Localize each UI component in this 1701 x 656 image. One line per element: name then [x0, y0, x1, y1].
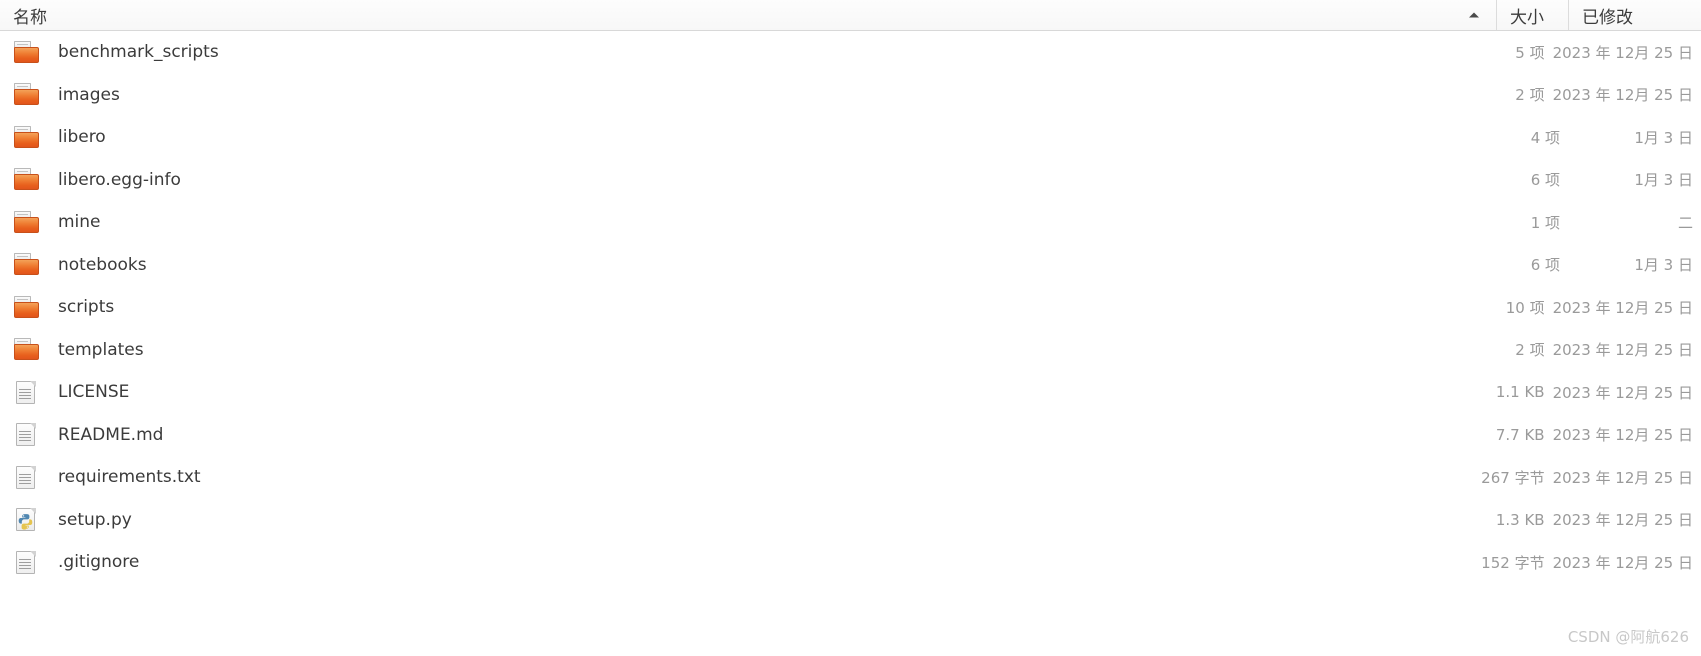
- file-list-row[interactable]: LICENSE 1.1 KB 2023 年 12月 25 日: [0, 371, 1701, 414]
- file-name-label: setup.py: [58, 509, 132, 530]
- file-size-cell: 10 项: [1505, 298, 1545, 317]
- file-list-row[interactable]: requirements.txt 267 字节 2023 年 12月 25 日: [0, 456, 1701, 499]
- folder-icon: [14, 40, 39, 65]
- file-name-cell[interactable]: libero.egg-info: [0, 167, 1496, 192]
- python-file-icon: [14, 507, 39, 532]
- file-name-cell[interactable]: LICENSE: [0, 380, 1481, 405]
- file-name-cell[interactable]: images: [0, 82, 1481, 107]
- document-icon: [14, 380, 39, 405]
- file-name-label: libero: [58, 127, 106, 148]
- file-modified-cell: 1月 3 日: [1634, 128, 1693, 147]
- file-size-cell: 7.7 KB: [1495, 425, 1545, 444]
- file-list-row[interactable]: .gitignore 152 字节 2023 年 12月 25 日: [0, 541, 1701, 584]
- file-name-label: notebooks: [58, 254, 147, 275]
- file-modified-cell: 2023 年 12月 25 日: [1552, 468, 1693, 487]
- file-name-cell[interactable]: notebooks: [0, 252, 1496, 277]
- file-list-row[interactable]: mine 1 项 二: [0, 201, 1701, 244]
- file-size-cell: 1 项: [1530, 213, 1560, 232]
- file-name-cell[interactable]: libero: [0, 125, 1496, 150]
- folder-icon: [14, 337, 39, 362]
- file-name-cell[interactable]: README.md: [0, 422, 1481, 447]
- file-modified-cell: 2023 年 12月 25 日: [1552, 426, 1693, 445]
- folder-icon: [14, 295, 39, 320]
- file-modified-cell: 2023 年 12月 25 日: [1552, 383, 1693, 402]
- column-header-name[interactable]: 名称: [0, 0, 1496, 30]
- file-name-label: scripts: [58, 297, 115, 318]
- column-header-size-label: 大小: [1510, 7, 1544, 28]
- document-icon: [14, 422, 39, 447]
- file-list-row[interactable]: libero 4 项 1月 3 日: [0, 116, 1701, 159]
- file-name-cell[interactable]: templates: [0, 337, 1481, 362]
- file-name-cell[interactable]: setup.py: [0, 507, 1481, 532]
- column-header-size[interactable]: 大小: [1496, 0, 1568, 30]
- file-size-cell: 1.1 KB: [1495, 383, 1545, 402]
- file-name-label: LICENSE: [58, 382, 130, 403]
- file-size-cell: 2 项: [1515, 86, 1545, 105]
- file-modified-cell: 2023 年 12月 25 日: [1552, 553, 1693, 572]
- file-name-label: benchmark_scripts: [58, 42, 219, 63]
- folder-icon: [14, 125, 39, 150]
- file-name-label: requirements.txt: [58, 467, 201, 488]
- file-modified-cell: 2023 年 12月 25 日: [1552, 43, 1693, 62]
- file-list-row[interactable]: README.md 7.7 KB 2023 年 12月 25 日: [0, 413, 1701, 456]
- file-modified-cell: 二: [1677, 213, 1693, 232]
- file-size-cell: 6 项: [1530, 171, 1560, 190]
- file-modified-cell: 2023 年 12月 25 日: [1552, 341, 1693, 360]
- file-name-cell[interactable]: mine: [0, 210, 1496, 235]
- file-modified-cell: 2023 年 12月 25 日: [1552, 511, 1693, 530]
- column-header-modified[interactable]: 已修改: [1568, 0, 1701, 30]
- file-name-label: images: [58, 84, 120, 105]
- file-size-cell: 2 项: [1515, 341, 1545, 360]
- file-list-row[interactable]: libero.egg-info 6 项 1月 3 日: [0, 158, 1701, 201]
- file-name-cell[interactable]: requirements.txt: [0, 465, 1481, 490]
- column-header-modified-label: 已修改: [1582, 7, 1633, 28]
- file-name-cell[interactable]: scripts: [0, 295, 1481, 320]
- file-list-row[interactable]: templates 2 项 2023 年 12月 25 日: [0, 328, 1701, 371]
- file-list-row[interactable]: scripts 10 项 2023 年 12月 25 日: [0, 286, 1701, 329]
- column-header-name-label: 名称: [13, 7, 47, 28]
- file-manager-window: 名称 大小 已修改 benchmark_scripts 5 项 2023 年 12月…: [0, 0, 1701, 656]
- file-name-cell[interactable]: benchmark_scripts: [0, 40, 1481, 65]
- folder-icon: [14, 210, 39, 235]
- file-list-row[interactable]: benchmark_scripts 5 项 2023 年 12月 25 日: [0, 31, 1701, 74]
- csdn-watermark: CSDN @阿航626: [1567, 628, 1689, 646]
- file-name-label: mine: [58, 212, 101, 233]
- file-list-row[interactable]: setup.py 1.3 KB 2023 年 12月 25 日: [0, 498, 1701, 541]
- folder-icon: [14, 82, 39, 107]
- file-name-label: README.md: [58, 424, 164, 445]
- column-header-bar: 名称 大小 已修改: [0, 0, 1701, 31]
- file-size-cell: 4 项: [1530, 128, 1560, 147]
- sort-ascending-arrow-icon[interactable]: [1469, 12, 1479, 18]
- file-modified-cell: 2023 年 12月 25 日: [1552, 298, 1693, 317]
- folder-icon: [14, 252, 39, 277]
- file-name-label: libero.egg-info: [58, 169, 181, 190]
- file-name-cell[interactable]: .gitignore: [0, 550, 1481, 575]
- file-modified-cell: 1月 3 日: [1634, 256, 1693, 275]
- file-size-cell: 1.3 KB: [1495, 510, 1545, 529]
- file-name-label: templates: [58, 339, 144, 360]
- file-size-cell: 6 项: [1530, 256, 1560, 275]
- folder-icon: [14, 167, 39, 192]
- file-name-label: .gitignore: [58, 552, 140, 573]
- file-list: benchmark_scripts 5 项 2023 年 12月 25 日 image…: [0, 31, 1701, 584]
- file-size-cell: 5 项: [1515, 43, 1545, 62]
- document-icon: [14, 550, 39, 575]
- document-icon: [14, 465, 39, 490]
- file-size-cell: 267 字节: [1481, 468, 1545, 487]
- file-modified-cell: 1月 3 日: [1634, 171, 1693, 190]
- file-list-row[interactable]: images 2 项 2023 年 12月 25 日: [0, 73, 1701, 116]
- file-modified-cell: 2023 年 12月 25 日: [1552, 86, 1693, 105]
- file-size-cell: 152 字节: [1481, 553, 1545, 572]
- file-list-row[interactable]: notebooks 6 项 1月 3 日: [0, 243, 1701, 286]
